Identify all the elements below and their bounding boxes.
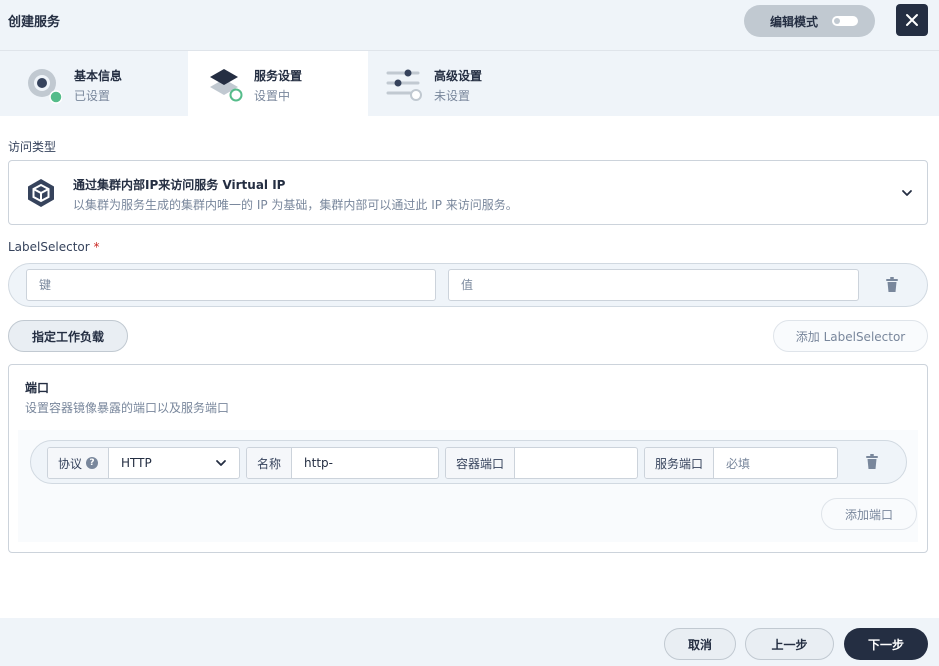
- step-title: 基本信息: [74, 69, 123, 83]
- protocol-value: HTTP: [109, 448, 239, 478]
- add-port-button[interactable]: 添加端口: [821, 498, 917, 530]
- chevron-down-icon: [216, 460, 226, 466]
- specify-workload-button[interactable]: 指定工作负载: [8, 320, 128, 352]
- port-name-value[interactable]: http-: [292, 448, 438, 478]
- label-selector-label: LabelSelector *: [8, 240, 100, 254]
- step-basic-info[interactable]: 基本信息 已设置: [0, 51, 188, 117]
- chevron-down-icon: [902, 190, 912, 196]
- protocol-select[interactable]: 协议 ? HTTP: [47, 447, 240, 479]
- access-type-title: 通过集群内部IP来访问服务 Virtual IP: [73, 178, 286, 192]
- container-port-label: 容器端口: [446, 448, 516, 478]
- sliders-icon: [386, 69, 422, 101]
- port-name-field[interactable]: 名称 http-: [246, 447, 439, 479]
- container-port-value[interactable]: [515, 448, 637, 478]
- step-advanced-settings[interactable]: 高级设置 未设置: [368, 51, 568, 117]
- ports-description: 设置容器镜像暴露的端口以及服务端口: [25, 401, 230, 415]
- edit-mode-toggle[interactable]: 编辑模式: [744, 5, 875, 37]
- container-port-field[interactable]: 容器端口: [445, 447, 638, 479]
- service-port-label: 服务端口: [645, 448, 715, 478]
- port-row: 协议 ? HTTP 名称 http- 容器端口 服务端口 必填: [30, 440, 907, 484]
- trash-icon[interactable]: [865, 454, 879, 470]
- port-name-label: 名称: [247, 448, 293, 478]
- access-type-label: 访问类型: [8, 140, 57, 154]
- step-title: 服务设置: [254, 69, 303, 83]
- protocol-label: 协议 ?: [48, 448, 110, 478]
- modal-header: 创建服务 编辑模式: [0, 0, 939, 50]
- step-tabs: 基本信息 已设置 服务设置 设置中 高级设置 未设置: [0, 50, 939, 117]
- label-selector-text: LabelSelector: [8, 240, 90, 254]
- modal-footer: 取消 上一步 下一步: [0, 618, 939, 666]
- previous-step-button[interactable]: 上一步: [745, 628, 834, 660]
- trash-icon[interactable]: [885, 277, 899, 293]
- close-button[interactable]: [896, 4, 928, 36]
- layers-icon: [210, 69, 243, 102]
- access-type-description: 以集群为服务生成的集群内唯一的 IP 为基础，集群内部可以通过此 IP 来访问服…: [73, 198, 518, 212]
- protocol-label-text: 协议: [58, 456, 83, 471]
- label-selector-row: [8, 263, 928, 307]
- service-port-placeholder[interactable]: 必填: [714, 448, 837, 478]
- toggle-switch[interactable]: [832, 16, 858, 26]
- step-title: 高级设置: [434, 69, 483, 83]
- label-key-input[interactable]: [26, 269, 436, 301]
- cube-icon: [28, 179, 54, 207]
- next-step-button[interactable]: 下一步: [844, 628, 928, 660]
- ports-list: 协议 ? HTTP 名称 http- 容器端口 服务端口 必填 添加端口: [18, 430, 918, 542]
- access-type-select[interactable]: 通过集群内部IP来访问服务 Virtual IP 以集群为服务生成的集群内唯一的…: [8, 160, 928, 225]
- disk-icon: [28, 69, 62, 104]
- protocol-value-text: HTTP: [121, 456, 152, 470]
- ports-card: 端口 设置容器镜像暴露的端口以及服务端口 协议 ? HTTP 名称 http-: [8, 364, 928, 553]
- service-port-field[interactable]: 服务端口 必填: [644, 447, 838, 479]
- cancel-button[interactable]: 取消: [664, 628, 736, 660]
- label-value-input[interactable]: [448, 269, 859, 301]
- toggle-knob: [834, 18, 840, 24]
- ports-title: 端口: [25, 381, 50, 395]
- step-status: 已设置: [74, 89, 111, 103]
- step-status: 未设置: [434, 89, 471, 103]
- step-service-settings[interactable]: 服务设置 设置中: [188, 51, 368, 117]
- step-status: 设置中: [254, 89, 291, 103]
- help-icon[interactable]: ?: [86, 457, 99, 469]
- add-labelselector-button[interactable]: 添加 LabelSelector: [773, 320, 928, 352]
- edit-mode-label: 编辑模式: [770, 15, 819, 29]
- required-mark: *: [93, 240, 100, 254]
- close-icon: [906, 14, 918, 26]
- modal-title: 创建服务: [8, 15, 61, 30]
